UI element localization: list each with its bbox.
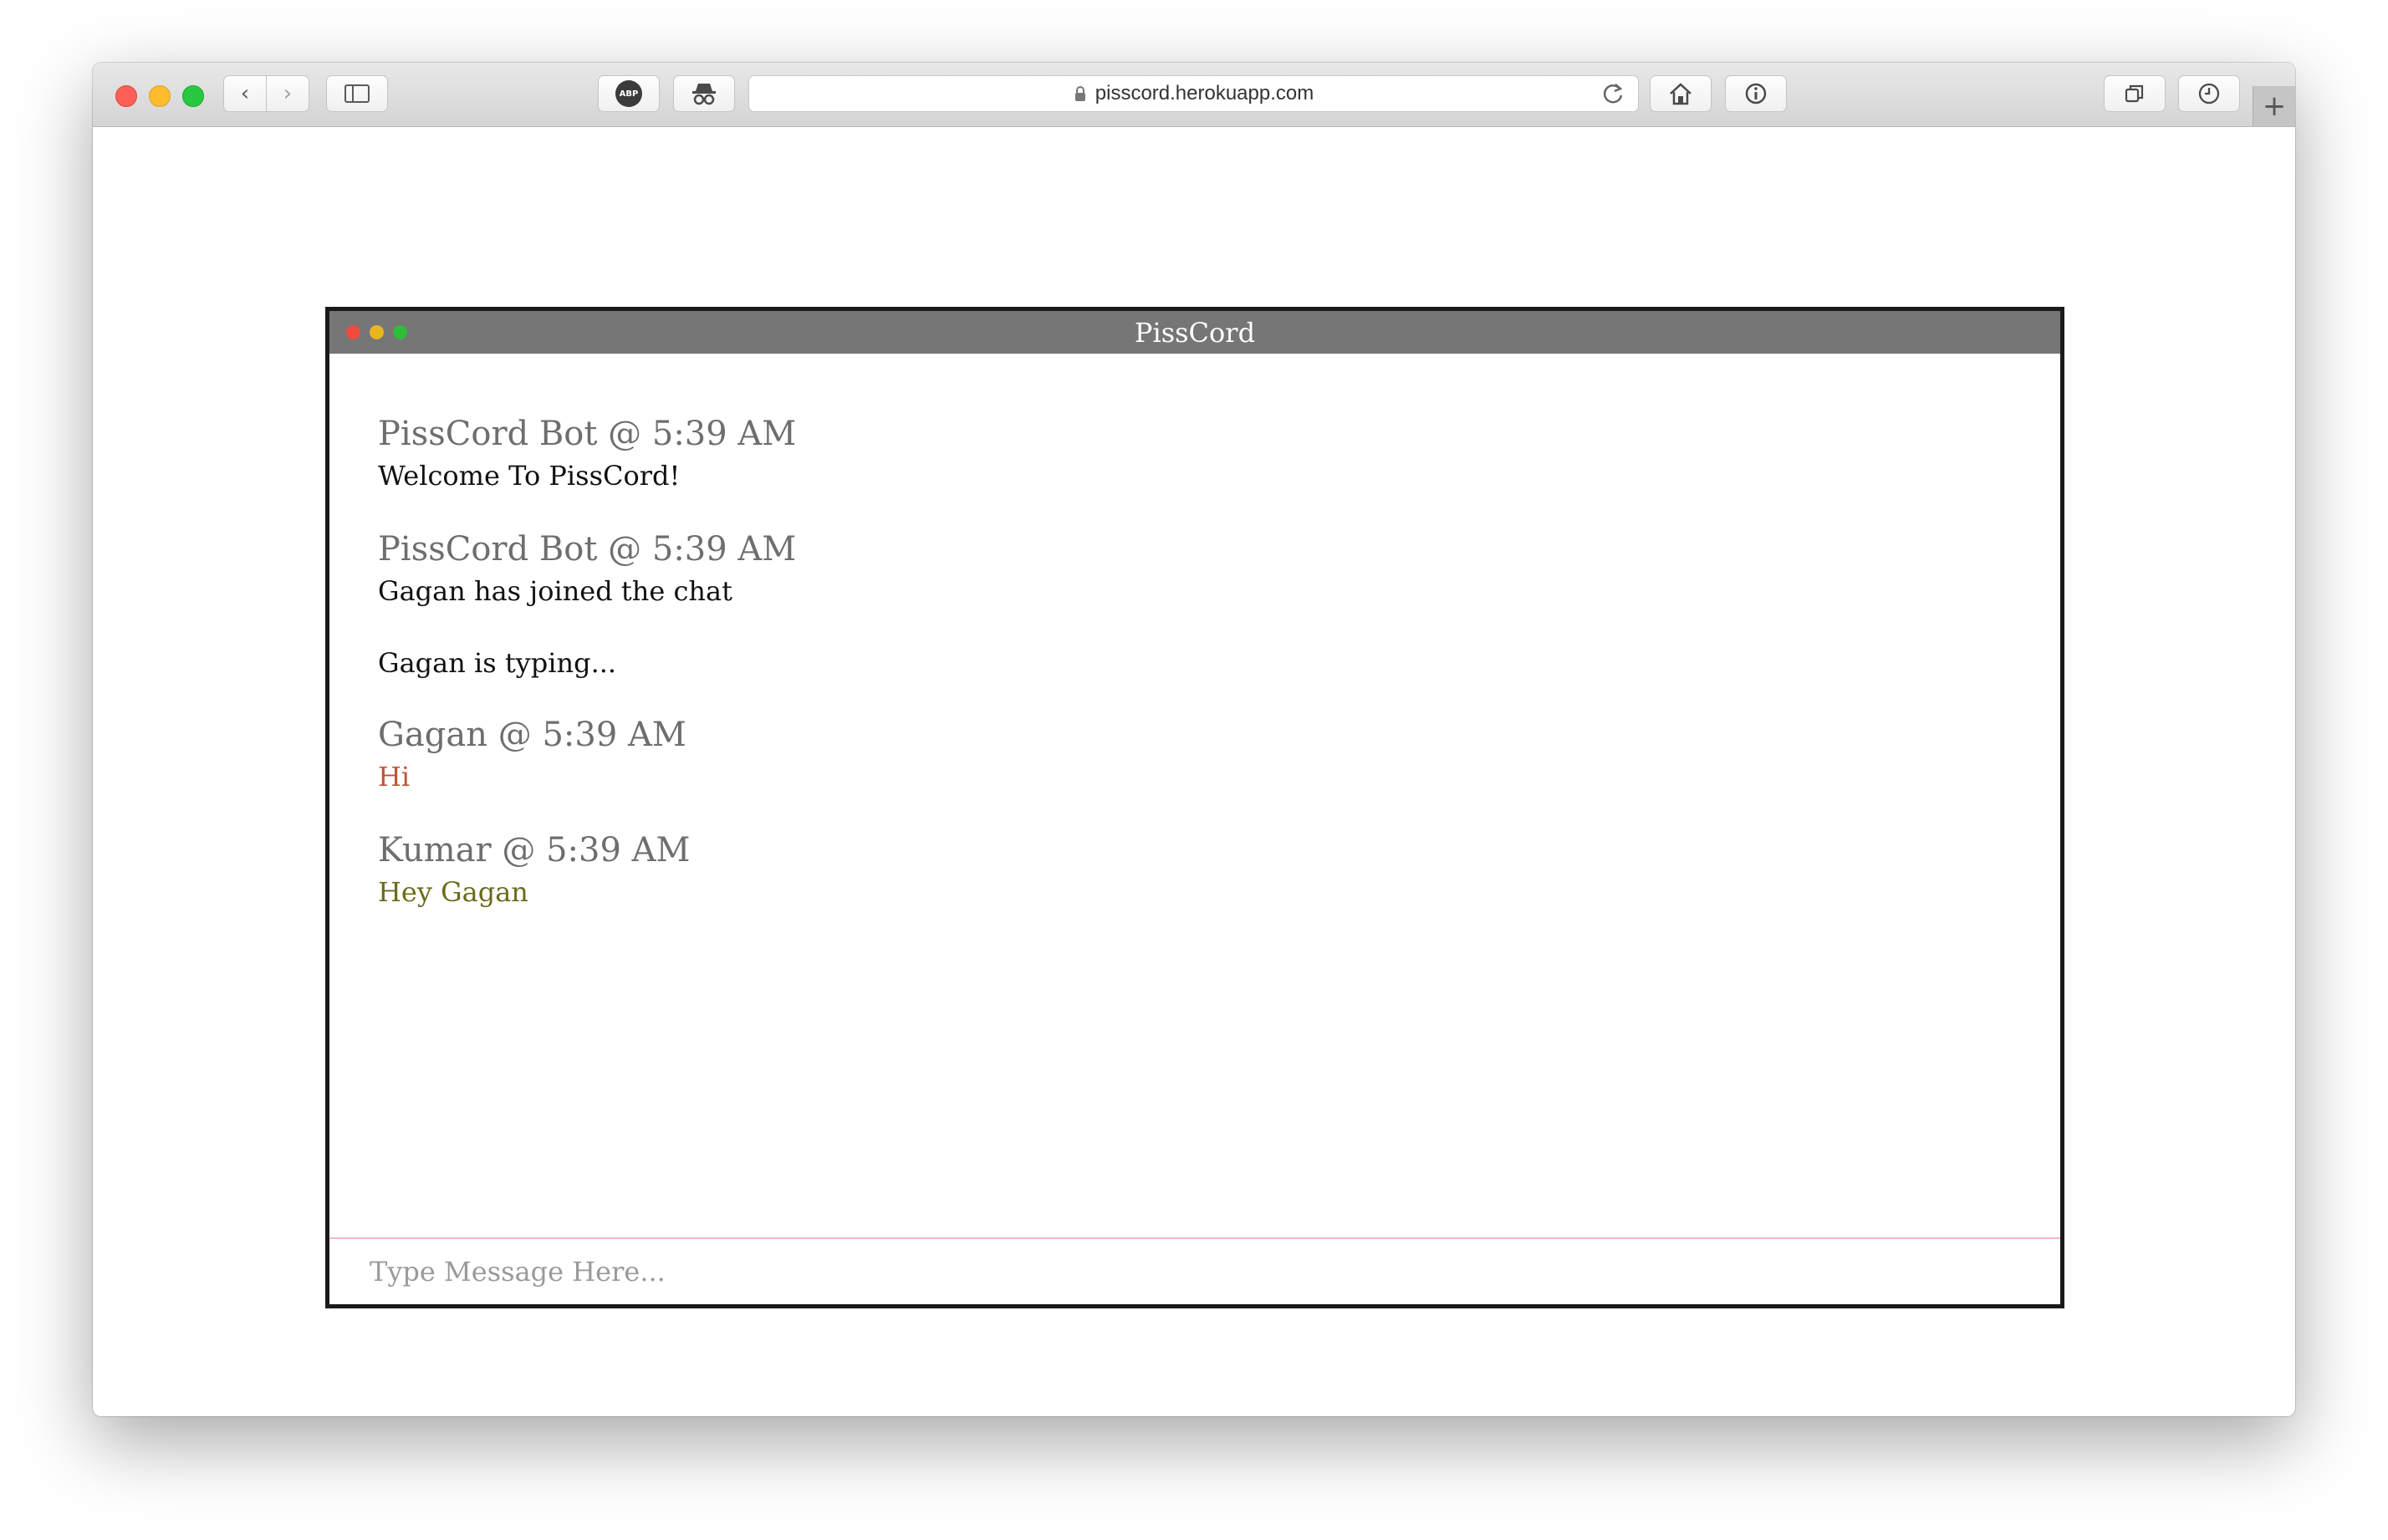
url-text: pisscord.herokuapp.com	[1094, 82, 1314, 105]
message-header: PissCord Bot @ 5:39 AM	[378, 530, 797, 569]
adblock-icon: ABP	[615, 80, 642, 107]
lock-icon	[1074, 86, 1085, 101]
message-header: Kumar @ 5:39 AM	[378, 831, 691, 869]
minimize-window-button[interactable]	[149, 85, 171, 107]
message-body: Hi	[378, 761, 411, 793]
sidebar-icon	[344, 84, 370, 103]
sidebar-toggle-button[interactable]	[326, 75, 388, 112]
message-body: Hey Gagan	[378, 876, 528, 908]
message-list: PissCord Bot @ 5:39 AM Welcome To PissCo…	[329, 354, 2060, 910]
plus-icon: +	[2262, 89, 2287, 123]
message-body: Gagan has joined the chat	[378, 575, 732, 607]
zoom-window-button[interactable]	[182, 85, 204, 107]
new-tab-button[interactable]: +	[2253, 86, 2295, 126]
privacy-extension-button[interactable]	[673, 75, 735, 112]
message-composer	[329, 1237, 2060, 1304]
message-item: PissCord Bot @ 5:39 AM Welcome To PissCo…	[378, 414, 2012, 494]
tabs-icon	[2125, 84, 2144, 103]
message-item: Kumar @ 5:39 AM Hey Gagan	[378, 830, 2012, 910]
page-info-button[interactable]	[1725, 75, 1787, 112]
message-item: PissCord Bot @ 5:39 AM Gagan has joined …	[378, 529, 2012, 609]
browser-window: ‹ › ABP pisscord.herokuapp.com + PissCor…	[93, 63, 2295, 1416]
close-window-button[interactable]	[115, 85, 137, 107]
chevron-right-icon: ›	[283, 81, 293, 106]
spy-icon	[692, 84, 716, 105]
tab-overview-button[interactable]	[2104, 75, 2166, 112]
app-close-dot	[346, 325, 360, 339]
clock-icon	[2198, 83, 2220, 105]
typing-indicator: Gagan is typing...	[378, 647, 617, 679]
history-button[interactable]	[2178, 75, 2240, 112]
browser-toolbar: ‹ › ABP pisscord.herokuapp.com +	[93, 63, 2295, 127]
chevron-left-icon: ‹	[240, 81, 250, 106]
home-icon	[1670, 83, 1692, 105]
message-body: Welcome To PissCord!	[378, 460, 681, 492]
chat-app: PissCord PissCord Bot @ 5:39 AM Welcome …	[325, 307, 2064, 1308]
reload-icon[interactable]	[1601, 81, 1625, 106]
address-bar[interactable]: pisscord.herokuapp.com	[748, 75, 1639, 112]
message-header: PissCord Bot @ 5:39 AM	[378, 415, 797, 453]
adblock-extension-button[interactable]: ABP	[598, 75, 660, 112]
app-maximize-dot	[393, 325, 407, 339]
message-header: Gagan @ 5:39 AM	[378, 716, 686, 754]
app-titlebar: PissCord	[329, 311, 2060, 354]
message-item: Gagan @ 5:39 AM Hi	[378, 715, 2012, 795]
message-input[interactable]	[329, 1239, 2060, 1304]
back-button[interactable]: ‹	[223, 75, 267, 112]
home-button[interactable]	[1650, 75, 1712, 112]
app-title: PissCord	[1134, 316, 1256, 349]
info-icon	[1745, 83, 1767, 105]
forward-button[interactable]: ›	[266, 75, 309, 112]
app-minimize-dot	[370, 325, 384, 339]
